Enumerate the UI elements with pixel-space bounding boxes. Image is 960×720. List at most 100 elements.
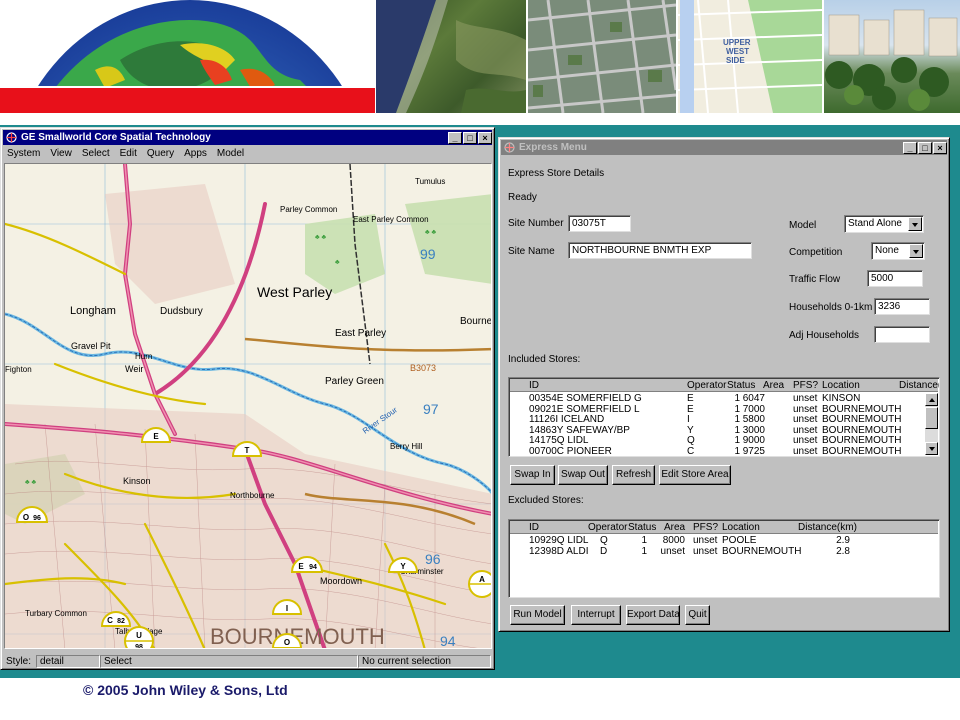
satellite-image xyxy=(376,0,526,113)
col-pfs[interactable]: PFS? xyxy=(793,379,818,392)
col-location[interactable]: Location xyxy=(822,379,860,392)
map-grid-label-94: 94 xyxy=(440,633,456,649)
maximize-icon[interactable]: □ xyxy=(463,131,477,144)
table-cell: 1 xyxy=(734,393,740,404)
express-window-title: Express Menu xyxy=(519,142,587,153)
households-field[interactable]: 3236 xyxy=(874,298,930,315)
table-cell: 2.8 xyxy=(836,545,850,557)
col-distance[interactable]: Distance(k xyxy=(899,379,939,392)
export-data-button[interactable]: Export Data xyxy=(626,605,680,625)
table-row[interactable]: 10929Q LIDL Q 1 8000 unset POOLE 2.9 xyxy=(510,536,925,546)
table-row[interactable]: 00354E SOMERFIELD G E 1 6047 unset KINSON xyxy=(510,394,925,404)
table-cell: unset xyxy=(660,545,685,557)
svg-text:E: E xyxy=(153,432,159,441)
col-area[interactable]: Area xyxy=(763,379,784,392)
aerial-photo-image xyxy=(528,0,676,113)
quit-button[interactable]: Quit xyxy=(685,605,710,625)
excluded-stores-list[interactable]: ID Operator Status Area PFS? Location Di… xyxy=(508,519,940,598)
competition-select[interactable]: None xyxy=(871,242,925,260)
table-cell: BOURNEMOUTH xyxy=(722,545,802,557)
svg-text:Y: Y xyxy=(400,562,406,571)
run-model-button[interactable]: Run Model xyxy=(510,605,565,625)
site-number-label: Site Number xyxy=(508,218,564,229)
svg-text:♣ ♣: ♣ ♣ xyxy=(25,479,37,486)
swap-out-button[interactable]: Swap Out xyxy=(558,465,608,485)
table-row[interactable]: 09021E SOMERFIELD L E 1 7000 unset BOURNEMOUT… xyxy=(510,404,925,415)
site-name-field[interactable]: NORTHBOURNE BNMTH EXP xyxy=(568,242,752,259)
col-id[interactable]: ID xyxy=(529,521,539,534)
competition-select-value: None xyxy=(875,245,899,256)
adj-households-label: Adj Households xyxy=(789,330,860,341)
map-label-gravel-pit: Gravel Pit xyxy=(71,341,111,351)
col-location[interactable]: Location xyxy=(722,521,760,534)
table-cell: 12398D ALDI xyxy=(529,545,589,557)
table-row[interactable]: 14863Y SAFEWAY/BP Y 1 3000 unset BOURNEMOUTH xyxy=(510,425,925,436)
close-icon[interactable]: × xyxy=(478,131,492,144)
minimize-icon[interactable]: _ xyxy=(448,131,462,144)
col-status[interactable]: Status xyxy=(628,521,656,534)
express-window-titlebar[interactable]: Express Menu _ □ × xyxy=(501,140,947,155)
table-cell: 1 xyxy=(734,414,740,425)
table-row[interactable]: 00700C PIONEER C 1 9725 unset BOURNEMOUTH xyxy=(510,445,925,457)
table-cell: 11126I ICELAND xyxy=(529,414,605,425)
street-map-image: UPPER WEST SIDE xyxy=(678,0,822,113)
smallworld-app-icon xyxy=(6,132,17,143)
adj-households-field[interactable] xyxy=(874,326,930,343)
minimize-icon[interactable]: _ xyxy=(903,141,917,154)
maximize-icon[interactable]: □ xyxy=(918,141,932,154)
menu-query[interactable]: Query xyxy=(143,148,180,159)
menu-model[interactable]: Model xyxy=(213,148,250,159)
scroll-up-icon[interactable] xyxy=(925,393,938,406)
chevron-down-icon[interactable] xyxy=(908,217,922,231)
close-icon[interactable]: × xyxy=(933,141,947,154)
col-operator[interactable]: Operator xyxy=(588,521,627,534)
table-row[interactable]: 14175Q LIDL Q 1 9000 unset BOURNEMOUTH xyxy=(510,436,925,446)
map-window-titlebar[interactable]: GE Smallworld Core Spatial Technology _ … xyxy=(3,130,492,145)
scroll-down-icon[interactable] xyxy=(925,442,938,455)
swap-in-button[interactable]: Swap In xyxy=(510,465,555,485)
col-status[interactable]: Status xyxy=(727,379,755,392)
menu-select[interactable]: Select xyxy=(78,148,116,159)
interrupt-button[interactable]: Interrupt xyxy=(571,605,621,625)
included-stores-scrollbar[interactable] xyxy=(925,393,938,455)
status-selection: No current selection xyxy=(358,654,491,668)
table-cell: 1 xyxy=(734,445,740,457)
traffic-flow-field[interactable]: 5000 xyxy=(867,270,923,287)
map-canvas[interactable]: ♣ ♣ ♣ ♣ ♣ ♣ ♣ West Parley East Parley Parle… xyxy=(4,163,492,649)
edit-store-area-button[interactable]: Edit Store Area xyxy=(659,465,731,485)
table-cell: unset xyxy=(793,414,818,425)
store-marker-a[interactable]: A xyxy=(468,570,492,598)
svg-text:♣ ♣: ♣ ♣ xyxy=(315,234,327,241)
scroll-thumb[interactable] xyxy=(925,407,938,429)
status-mode: Select xyxy=(100,654,358,668)
table-cell: unset xyxy=(793,435,818,446)
included-stores-list[interactable]: ID Operator Status Area PFS? Location Di… xyxy=(508,377,940,457)
col-id[interactable]: ID xyxy=(529,379,539,392)
col-operator[interactable]: Operator xyxy=(687,379,726,392)
refresh-button[interactable]: Refresh xyxy=(612,465,655,485)
col-distance[interactable]: Distance(km) xyxy=(798,521,857,534)
svg-text:82: 82 xyxy=(117,618,125,625)
col-pfs[interactable]: PFS? xyxy=(693,521,718,534)
menu-edit[interactable]: Edit xyxy=(116,148,143,159)
menu-apps[interactable]: Apps xyxy=(180,148,213,159)
svg-text:♣: ♣ xyxy=(335,259,340,266)
chevron-down-icon[interactable] xyxy=(909,244,923,258)
table-cell: BOURNEMOUTH xyxy=(822,445,902,457)
col-area[interactable]: Area xyxy=(664,521,685,534)
table-cell: 9000 xyxy=(742,435,765,446)
svg-text:I: I xyxy=(286,604,288,613)
menu-view[interactable]: View xyxy=(46,148,78,159)
express-state: Ready xyxy=(508,192,537,203)
svg-text:♣ ♣: ♣ ♣ xyxy=(425,229,437,236)
svg-text:O: O xyxy=(284,638,290,647)
store-marker-u[interactable]: U 98 xyxy=(124,626,154,649)
table-row[interactable]: 11126I ICELAND I 1 5800 unset BOURNEMOUTH xyxy=(510,415,925,425)
map-grid-label-97: 97 xyxy=(423,401,439,417)
globe-image xyxy=(0,0,375,113)
menu-system[interactable]: System xyxy=(3,148,46,159)
model-select[interactable]: Stand Alone xyxy=(844,215,924,233)
site-number-field[interactable]: 03075T xyxy=(568,215,631,232)
status-style-value: detail xyxy=(36,654,100,668)
table-row[interactable]: 12398D ALDI D 1 unset unset BOURNEMOUTH 2.8 xyxy=(510,545,925,557)
